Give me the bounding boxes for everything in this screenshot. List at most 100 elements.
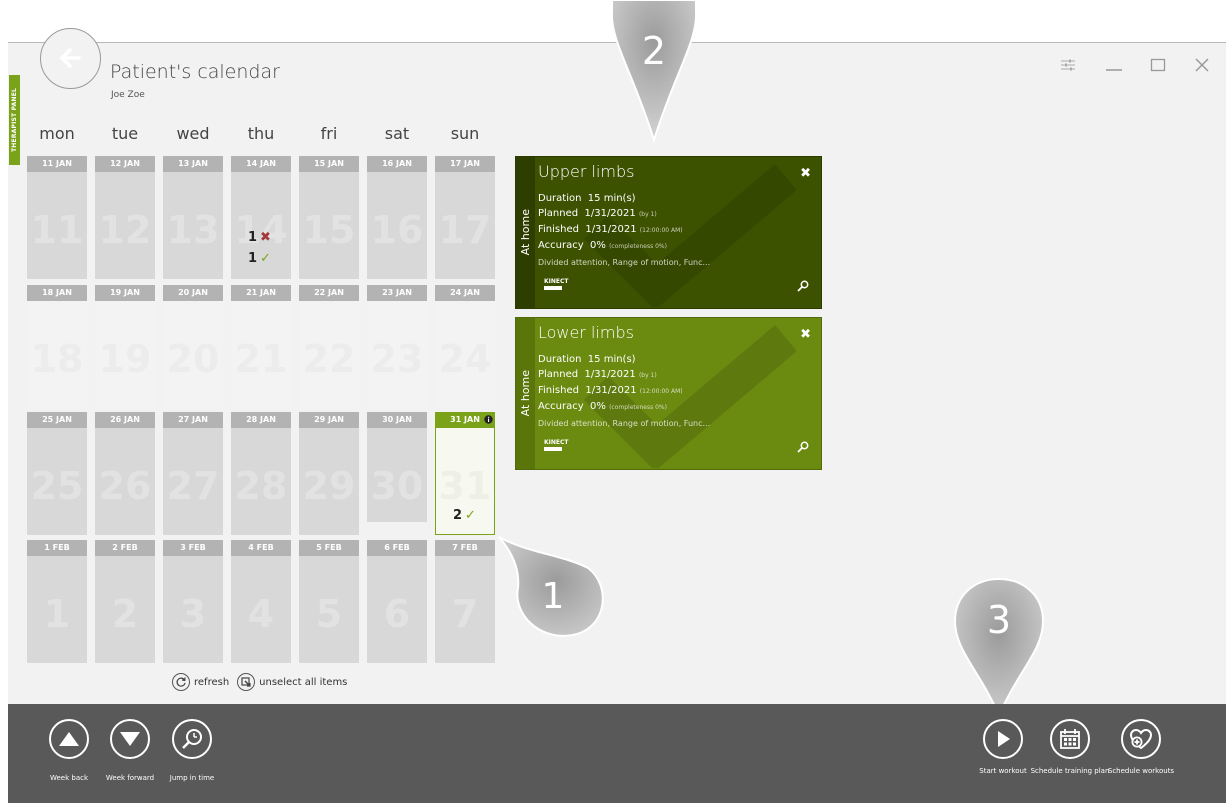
calendar-day[interactable]: 21 JAN 21	[231, 285, 291, 408]
day-number: 11	[30, 208, 84, 252]
calendar-day[interactable]: 12 JAN 12	[95, 156, 155, 279]
week-forward-button[interactable]	[110, 719, 150, 759]
back-button[interactable]	[40, 28, 101, 89]
day-date: 2 FEB	[95, 540, 155, 556]
calendar-day[interactable]: 19 JAN 19	[95, 285, 155, 408]
callout-number: 1	[542, 576, 565, 617]
day-number: 24	[438, 337, 492, 381]
refresh-icon[interactable]	[172, 673, 190, 691]
calendar-day[interactable]: 6 FEB 6	[367, 540, 427, 663]
calendar-day[interactable]: 22 JAN 22	[299, 285, 359, 408]
day-date: 4 FEB	[231, 540, 291, 556]
workout-card-upper-limbs[interactable]: At home Upper limbs ✖ Duration 15 min(s)…	[515, 156, 822, 309]
calendar-day[interactable]: 1 FEB 1	[27, 540, 87, 663]
calendar-day[interactable]: 25 JAN 25	[27, 412, 87, 535]
kinect-device-icon: KINECT	[544, 439, 569, 451]
day-number: 13	[166, 208, 220, 252]
unselect-all-link[interactable]: unselect all items	[259, 677, 347, 688]
calendar-day[interactable]: 30 JAN 30	[367, 412, 427, 522]
maximize-icon[interactable]	[1147, 55, 1169, 75]
calendar-day[interactable]: 13 JAN 13	[163, 156, 223, 279]
day-date: 26 JAN	[95, 412, 155, 428]
start-workout-button[interactable]	[983, 719, 1023, 759]
calendar-day[interactable]: 15 JAN 15	[299, 156, 359, 279]
day-date: 5 FEB	[299, 540, 359, 556]
filter-settings-icon[interactable]	[1057, 55, 1079, 75]
calendar-day[interactable]: 18 JAN 18	[27, 285, 87, 408]
info-icon	[484, 415, 493, 424]
calendar-day[interactable]: 17 JAN 17	[435, 156, 495, 279]
callout-pin-1: 1	[498, 536, 604, 637]
calendar-day[interactable]: 4 FEB 4	[231, 540, 291, 663]
day-date: 24 JAN	[435, 285, 495, 301]
calendar-day[interactable]: 24 JAN 24	[435, 285, 495, 408]
calendar-icon	[1060, 729, 1080, 749]
week-back-button[interactable]	[49, 719, 89, 759]
location-strip: At home	[516, 318, 535, 469]
schedule-workouts-button[interactable]	[1121, 719, 1161, 759]
day-number: 7	[451, 592, 479, 636]
minimize-icon[interactable]	[1103, 55, 1125, 75]
day-number: 19	[98, 337, 152, 381]
kinect-device-icon: KINECT	[544, 278, 569, 290]
day-date: 28 JAN	[231, 412, 291, 428]
calendar-day[interactable]: 11 JAN 11	[27, 156, 87, 279]
workout-card-lower-limbs[interactable]: At home Lower limbs ✖ Duration 15 min(s)…	[515, 317, 822, 470]
jump-in-time-button[interactable]	[172, 719, 212, 759]
done-count: 1 ✓	[248, 251, 271, 266]
close-icon[interactable]: ✖	[800, 327, 811, 342]
day-date: 21 JAN	[231, 285, 291, 301]
page-title: Patient's calendar	[110, 61, 280, 83]
search-icon[interactable]	[797, 441, 809, 453]
card-tags: Divided attention, Range of motion, Func…	[538, 258, 711, 267]
triangle-down-icon	[120, 732, 140, 746]
day-number: 15	[302, 208, 356, 252]
weekday-header: sun	[450, 124, 480, 143]
calendar-day[interactable]: 27 JAN 27	[163, 412, 223, 535]
day-date: 11 JAN	[27, 156, 87, 172]
schedule-training-plan-label: Schedule training plan	[1030, 767, 1110, 775]
calendar-day-selected[interactable]: 31 JAN 31 2 ✓	[435, 412, 495, 535]
day-date: 25 JAN	[27, 412, 87, 428]
calendar-day[interactable]: 20 JAN 20	[163, 285, 223, 408]
close-window-icon[interactable]	[1191, 55, 1213, 75]
calendar-day[interactable]: 3 FEB 3	[163, 540, 223, 663]
check-icon: ✓	[465, 508, 476, 523]
search-icon[interactable]	[797, 280, 809, 292]
day-number: 28	[234, 464, 288, 508]
schedule-training-plan-button[interactable]	[1050, 719, 1090, 759]
day-number: 31	[438, 464, 492, 508]
day-number: 4	[247, 592, 275, 636]
day-number: 1	[43, 592, 71, 636]
calendar-day[interactable]: 26 JAN 26	[95, 412, 155, 535]
day-number: 27	[166, 464, 220, 508]
card-details: Duration 15 min(s) Planned 1/31/2021 (by…	[538, 354, 683, 412]
arrow-left-icon	[60, 48, 81, 68]
day-number: 25	[30, 464, 84, 508]
weekday-header: fri	[320, 124, 338, 143]
day-number: 17	[438, 208, 492, 252]
calendar-day[interactable]: 2 FEB 2	[95, 540, 155, 663]
refresh-link[interactable]: refresh	[194, 677, 229, 688]
play-icon	[998, 731, 1010, 747]
day-date: 14 JAN	[231, 156, 291, 172]
heart-plus-icon	[1129, 728, 1153, 750]
weekday-header: sat	[384, 124, 410, 143]
calendar-day[interactable]: 7 FEB 7	[435, 540, 495, 663]
day-date: 15 JAN	[299, 156, 359, 172]
day-number: 2	[111, 592, 139, 636]
calendar-day[interactable]: 28 JAN 28	[231, 412, 291, 535]
calendar-actions: refresh unselect all items	[172, 673, 347, 691]
calendar-day[interactable]: 5 FEB 5	[299, 540, 359, 663]
calendar-day[interactable]: 29 JAN 29	[299, 412, 359, 535]
therapist-panel-tab[interactable]: THERAPIST PANEL	[9, 75, 20, 165]
close-icon[interactable]: ✖	[800, 166, 811, 181]
calendar-day[interactable]: 14 JAN 14 1 ✖ 1 ✓	[231, 156, 291, 279]
calendar-day[interactable]: 23 JAN 23	[367, 285, 427, 408]
day-date: 3 FEB	[163, 540, 223, 556]
day-date: 17 JAN	[435, 156, 495, 172]
unselect-icon[interactable]	[237, 673, 256, 691]
calendar-day[interactable]: 16 JAN 16	[367, 156, 427, 279]
day-number: 16	[370, 208, 424, 252]
weekday-header: thu	[247, 124, 275, 143]
